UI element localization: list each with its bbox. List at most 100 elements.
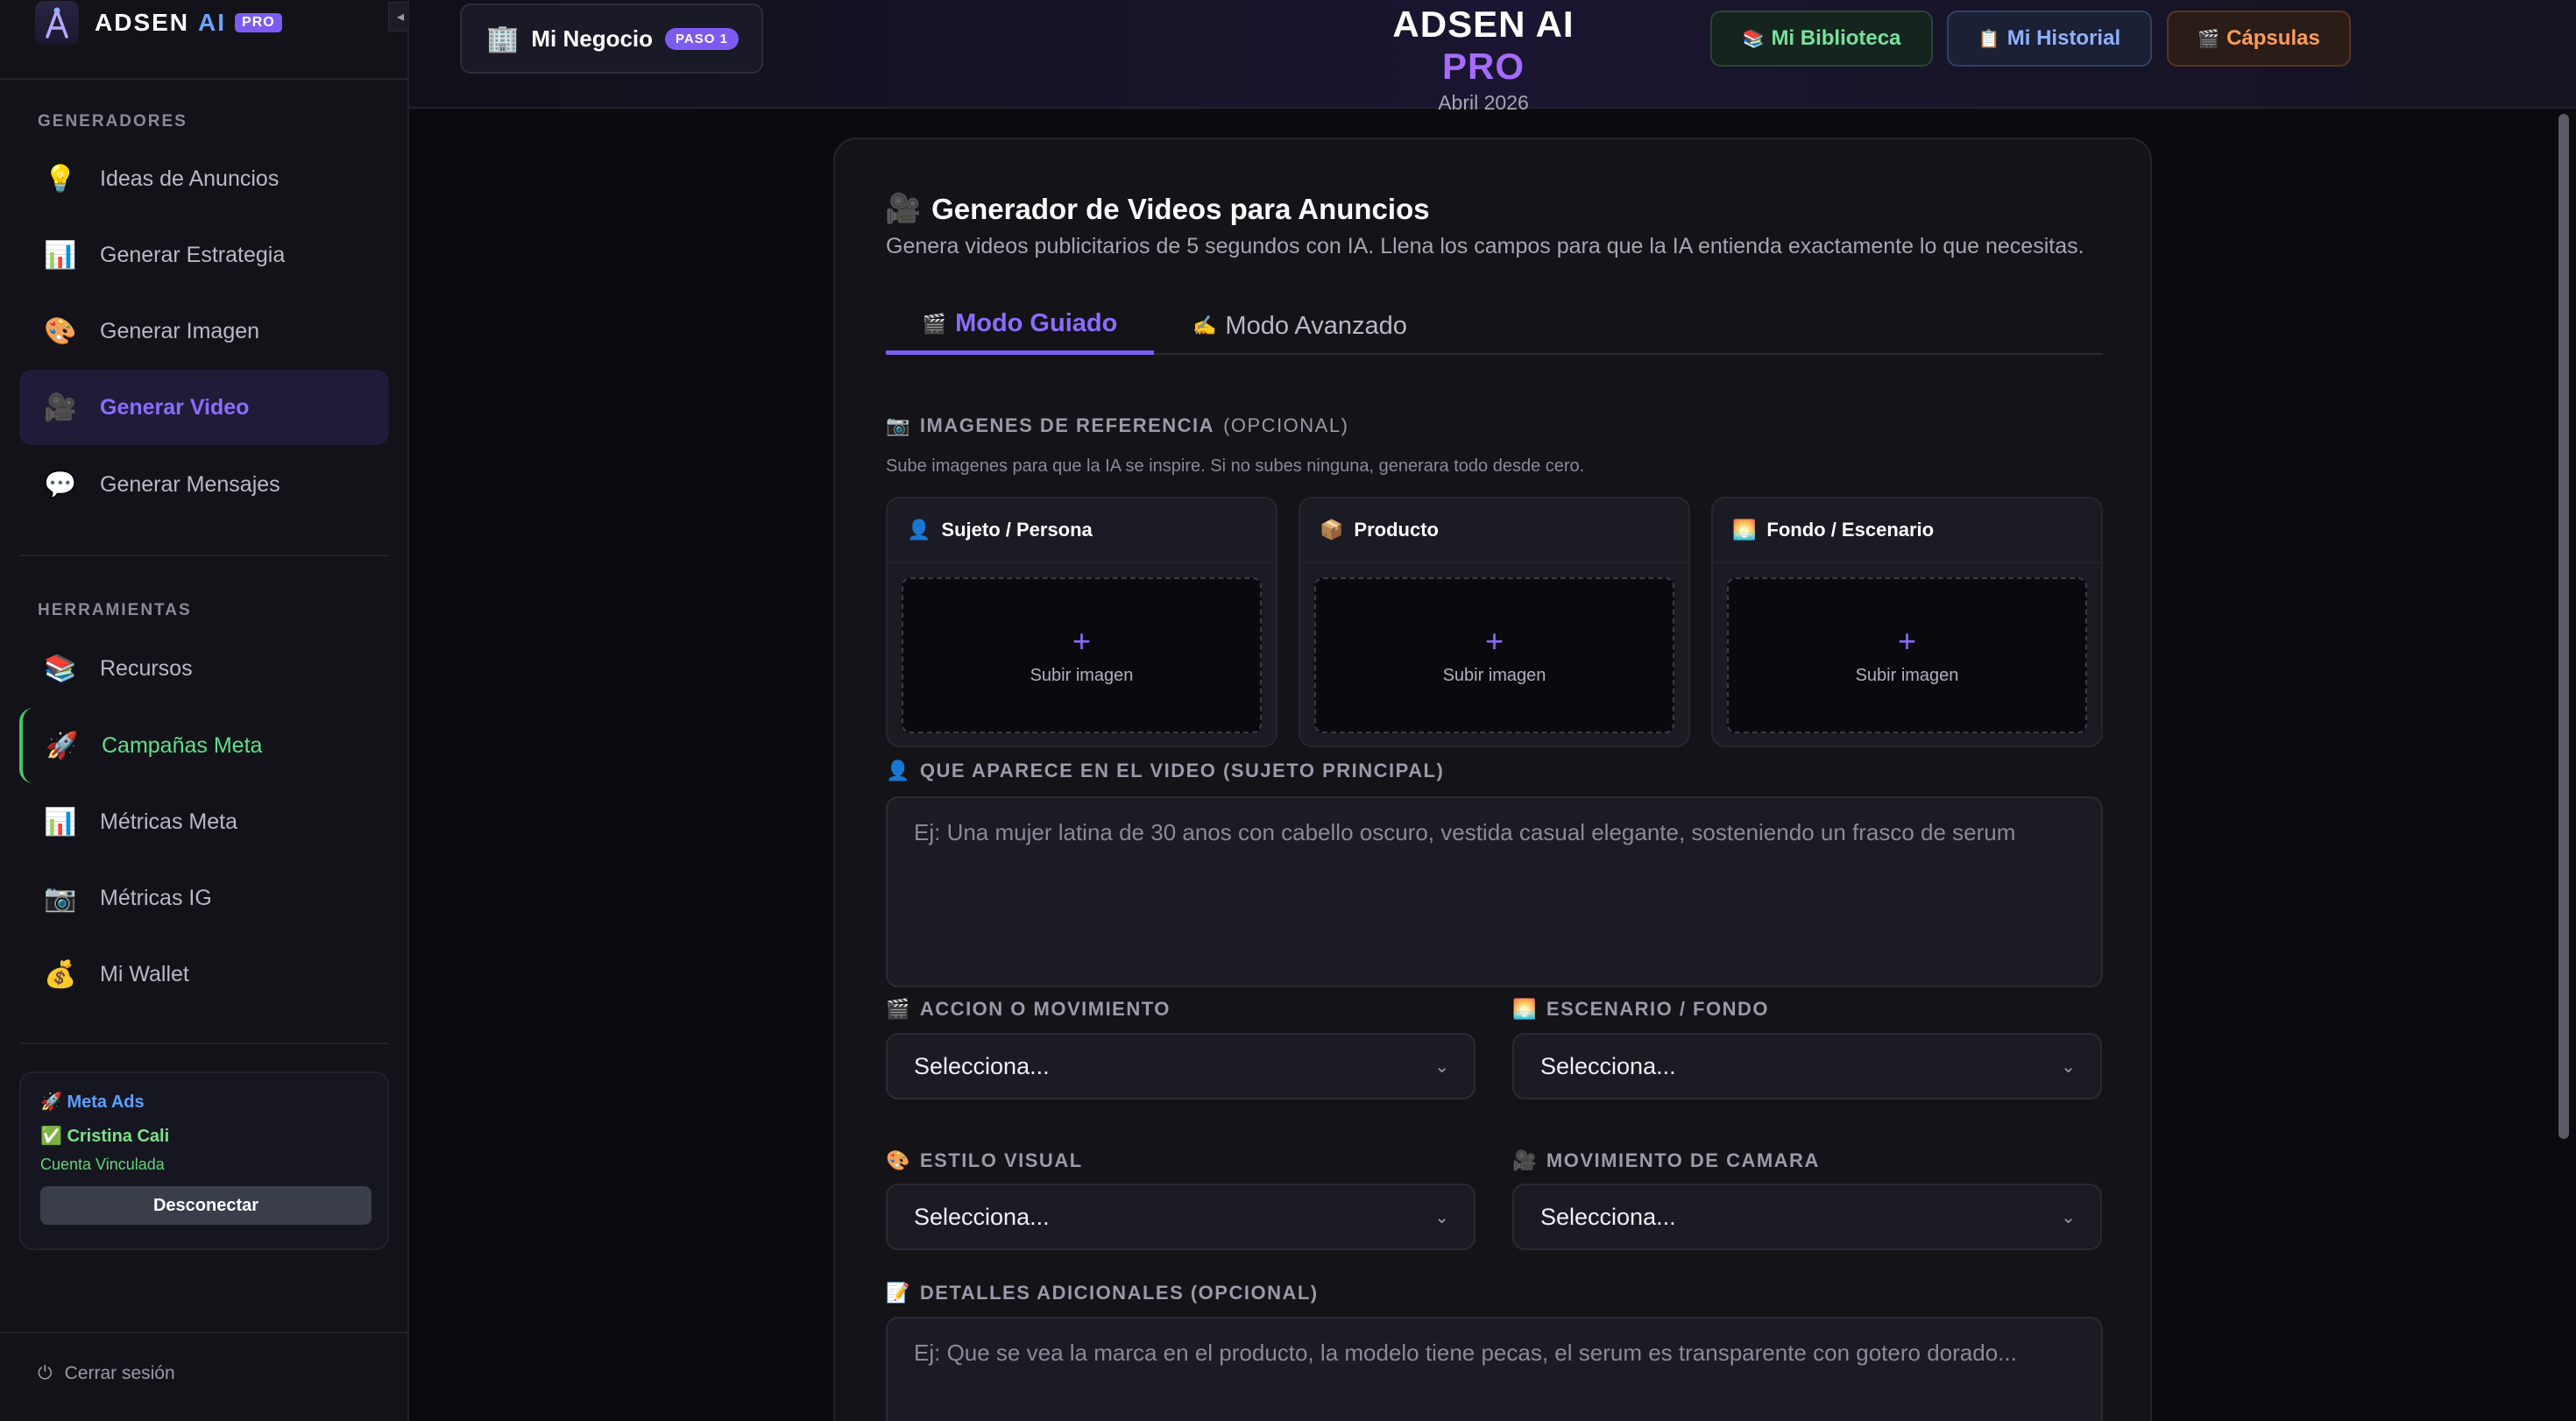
- package-icon: 📦: [1320, 519, 1344, 541]
- logout-button[interactable]: ⏻ Cerrar sesión: [38, 1363, 175, 1384]
- upload-background-box: 🌅 Fondo / Escenario + Subir imagen: [1711, 497, 2103, 747]
- chevron-left-icon: ◂: [396, 10, 405, 25]
- business-name: Mi Negocio: [531, 25, 654, 52]
- building-icon: 🏢: [486, 24, 520, 53]
- tab-advanced-mode[interactable]: ✍️ Modo Avanzado: [1192, 297, 1407, 355]
- upload-box-title: Fondo / Escenario: [1766, 519, 1935, 541]
- capsules-label: Cápsulas: [2226, 26, 2320, 50]
- sunrise-icon: 🌅: [1732, 519, 1757, 541]
- visual-style-label: 🎨 ESTILO VISUAL: [886, 1149, 1083, 1172]
- upload-subject-dropzone[interactable]: + Subir imagen: [902, 577, 1262, 733]
- person-icon: 👤: [886, 760, 911, 781]
- upload-background-dropzone[interactable]: + Subir imagen: [1727, 577, 2087, 733]
- sidebar-item-meta-campaigns[interactable]: 🚀 Campañas Meta: [19, 708, 389, 783]
- logo-icon: [35, 1, 79, 45]
- app-title-pro: PRO: [1441, 46, 1525, 87]
- plus-icon: +: [1072, 622, 1092, 659]
- upload-product-box: 📦 Producto + Subir imagen: [1299, 497, 1690, 747]
- upload-box-title: Producto: [1354, 519, 1439, 541]
- person-icon: 👤: [907, 519, 931, 541]
- select-value: Selecciona...: [1540, 1052, 1676, 1079]
- action-label: 🎬 ACCION O MOVIMIENTO: [886, 998, 1171, 1021]
- books-icon: 📚: [1742, 29, 1765, 49]
- chevron-down-icon: ⌄: [1434, 1207, 1449, 1227]
- card-title-text: Generador de Videos para Anuncios: [931, 192, 1430, 225]
- divider: [0, 1332, 408, 1333]
- sidebar-item-ideas[interactable]: 💡 Ideas de Anuncios: [19, 141, 389, 216]
- meta-ads-user: ✅ Cristina Cali: [40, 1127, 170, 1146]
- sidebar-item-resources[interactable]: 📚 Recursos: [19, 631, 389, 706]
- visual-style-label-text: ESTILO VISUAL: [919, 1149, 1083, 1171]
- speech-bubble-icon: 💬: [44, 470, 77, 499]
- sidebar-item-label: Recursos: [100, 655, 193, 681]
- select-value: Selecciona...: [914, 1203, 1050, 1230]
- capsules-button[interactable]: 🎬 Cápsulas: [2167, 11, 2351, 67]
- clipboard-icon: 📋: [1978, 29, 2000, 49]
- sidebar-item-meta-metrics[interactable]: 📊 Métricas Meta: [19, 784, 389, 859]
- camera-movement-select[interactable]: Selecciona... ⌄: [1512, 1184, 2102, 1250]
- camera-icon: 📷: [886, 414, 911, 436]
- brand-pro-badge: PRO: [235, 13, 282, 32]
- video-camera-icon: 🎥: [44, 392, 77, 422]
- details-label-text: DETALLES ADICIONALES (OPCIONAL): [919, 1282, 1319, 1304]
- section-title-generators: GENERADORES: [38, 112, 188, 131]
- books-icon: 📚: [44, 654, 77, 683]
- upload-box-header: 📦 Producto: [1300, 498, 1688, 563]
- background-select[interactable]: Selecciona... ⌄: [1512, 1033, 2102, 1099]
- sidebar-item-wallet[interactable]: 💰 Mi Wallet: [19, 937, 389, 1012]
- lightbulb-icon: 💡: [44, 164, 77, 194]
- action-label-text: ACCION O MOVIMIENTO: [919, 998, 1171, 1020]
- writing-hand-icon: ✍️: [1192, 315, 1217, 336]
- camera-movement-label-text: MOVIMIENTO DE CAMARA: [1546, 1149, 1820, 1171]
- history-button[interactable]: 📋 Mi Historial: [1947, 11, 2152, 67]
- tab-guided-mode[interactable]: 🎬 Modo Guiado: [886, 297, 1154, 355]
- sidebar-item-ig-metrics[interactable]: 📷 Métricas IG: [19, 860, 389, 936]
- divider: [19, 555, 389, 556]
- business-selector[interactable]: 🏢 Mi Negocio PASO 1: [460, 4, 763, 74]
- logout-label: Cerrar sesión: [64, 1363, 175, 1383]
- sidebar-item-video[interactable]: 🎥 Generar Video: [19, 370, 389, 445]
- divider: [0, 78, 408, 80]
- camera-icon: 📷: [44, 883, 77, 913]
- disconnect-button[interactable]: Desconectar: [40, 1186, 372, 1225]
- library-button[interactable]: 📚 Mi Biblioteca: [1710, 11, 1933, 67]
- divider: [19, 1043, 389, 1044]
- sunrise-icon: 🌅: [1512, 998, 1538, 1020]
- history-label: Mi Historial: [2006, 26, 2121, 50]
- palette-icon: 🎨: [44, 316, 77, 346]
- sidebar-item-label: Métricas IG: [100, 885, 212, 910]
- optional-tag: (OPCIONAL): [1223, 414, 1349, 436]
- section-title-tools: HERRAMIENTAS: [38, 601, 192, 619]
- details-label: 📝 DETALLES ADICIONALES (OPCIONAL): [886, 1282, 1319, 1304]
- subject-label-text: QUE APARECE EN EL VIDEO (SUJETO PRINCIPA…: [919, 760, 1445, 781]
- visual-style-select[interactable]: Selecciona... ⌄: [886, 1184, 1476, 1250]
- subject-label: 👤 QUE APARECE EN EL VIDEO (SUJETO PRINCI…: [886, 760, 1444, 782]
- app-title: ADSEN AI PRO: [1352, 4, 1615, 88]
- page-scrollbar[interactable]: [2558, 114, 2569, 1139]
- bar-chart-icon: 📊: [44, 807, 77, 837]
- action-select[interactable]: Selecciona... ⌄: [886, 1033, 1476, 1099]
- clapperboard-icon: 🎬: [886, 998, 911, 1020]
- chevron-down-icon: ⌄: [2061, 1057, 2076, 1077]
- plus-icon: +: [1484, 622, 1504, 659]
- sidebar-item-image[interactable]: 🎨 Generar Imagen: [19, 293, 389, 369]
- app-date: Abril 2026: [1438, 91, 1529, 114]
- memo-icon: 📝: [886, 1282, 911, 1304]
- library-label: Mi Biblioteca: [1771, 26, 1901, 50]
- sidebar-item-label: Campañas Meta: [102, 732, 263, 758]
- upload-product-dropzone[interactable]: + Subir imagen: [1314, 577, 1674, 733]
- tab-label: Modo Avanzado: [1225, 311, 1407, 340]
- upload-box-header: 👤 Sujeto / Persona: [888, 498, 1276, 563]
- background-label-text: ESCENARIO / FONDO: [1546, 998, 1769, 1020]
- brand-ai: AI: [198, 9, 227, 36]
- background-label: 🌅 ESCENARIO / FONDO: [1512, 998, 1769, 1021]
- reference-images-help: Sube imagenes para que la IA se inspire.…: [886, 456, 1585, 476]
- card-subtitle: Genera videos publicitarios de 5 segundo…: [886, 234, 2084, 258]
- brand[interactable]: ADSEN AI PRO: [35, 0, 282, 46]
- subject-textarea[interactable]: Ej: Una mujer latina de 30 anos con cabe…: [886, 796, 2103, 987]
- sidebar-item-strategy[interactable]: 📊 Generar Estrategia: [19, 217, 389, 293]
- clapperboard-icon: 🎬: [2197, 29, 2220, 49]
- camera-movement-label: 🎥 MOVIMIENTO DE CAMARA: [1512, 1149, 1820, 1172]
- sidebar-item-messages[interactable]: 💬 Generar Mensajes: [19, 447, 389, 522]
- details-textarea[interactable]: Ej: Que se vea la marca en el producto, …: [886, 1317, 2103, 1421]
